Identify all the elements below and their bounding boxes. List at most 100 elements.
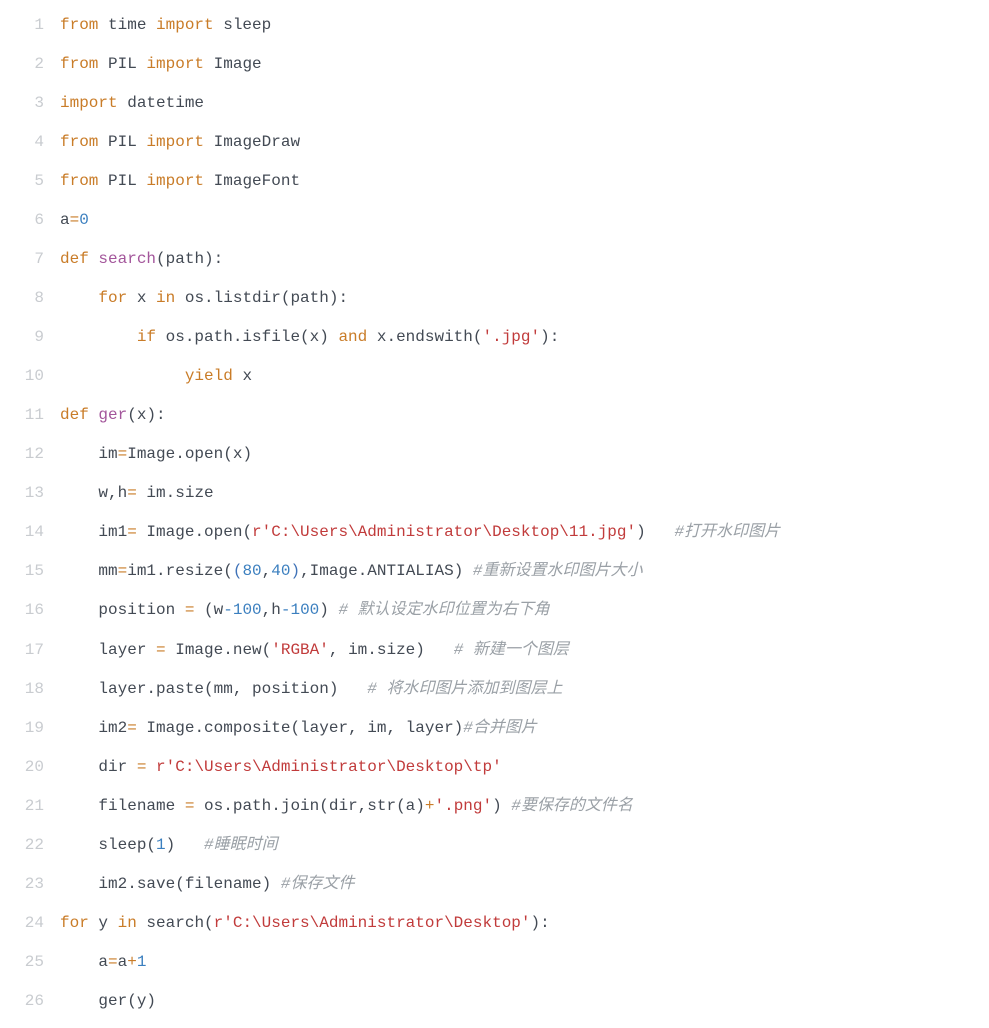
token: y xyxy=(89,914,118,932)
token: = xyxy=(185,601,195,619)
token: #睡眠时间 xyxy=(204,836,278,854)
code-line: 9 if os.path.isfile(x) and x.endswith('.… xyxy=(0,318,989,357)
token: Image.open(x) xyxy=(127,445,252,463)
code-line: 26 ger(y) xyxy=(0,982,989,1021)
line-number: 15 xyxy=(0,552,60,591)
code-line: 11def ger(x): xyxy=(0,396,989,435)
token: a xyxy=(118,953,128,971)
token: 80 xyxy=(242,562,261,580)
line-number: 14 xyxy=(0,513,60,552)
code-line: 2from PIL import Image xyxy=(0,45,989,84)
line-number: 5 xyxy=(0,162,60,201)
token: # 默认设定水印位置为右下角 xyxy=(338,601,549,619)
code-line: 22 sleep(1) #睡眠时间 xyxy=(0,826,989,865)
token: Image.open( xyxy=(137,523,252,541)
token: for xyxy=(98,289,127,307)
code-line: 6a=0 xyxy=(0,201,989,240)
line-number: 16 xyxy=(0,591,60,630)
code-line: 12 im=Image.open(x) xyxy=(0,435,989,474)
token: '.jpg' xyxy=(482,328,540,346)
line-number: 20 xyxy=(0,748,60,787)
token: ) xyxy=(319,601,338,619)
line-number: 1 xyxy=(0,6,60,45)
line-content: a=a+1 xyxy=(60,943,989,982)
token: 1 xyxy=(156,836,166,854)
token: 1 xyxy=(137,953,147,971)
token: dir xyxy=(60,758,137,776)
code-line: 10 yield x xyxy=(0,357,989,396)
token: search( xyxy=(137,914,214,932)
token: ,h xyxy=(262,601,281,619)
token: x.endswith( xyxy=(367,328,482,346)
token: 0 xyxy=(79,211,89,229)
token: #合并图片 xyxy=(463,719,537,737)
token: , im.size) xyxy=(329,641,454,659)
token: search xyxy=(98,250,156,268)
token: ,Image.ANTIALIAS) xyxy=(300,562,473,580)
line-content: for y in search(r'C:\Users\Administrator… xyxy=(60,904,989,943)
token: im xyxy=(60,445,118,463)
line-content: def search(path): xyxy=(60,240,989,279)
line-number: 18 xyxy=(0,670,60,709)
line-content: mm=im1.resize((80,40),Image.ANTIALIAS) #… xyxy=(60,552,989,591)
token: layer.paste(mm, position) xyxy=(60,680,367,698)
token: filename xyxy=(60,797,185,815)
code-line: 3import datetime xyxy=(0,84,989,123)
token xyxy=(146,758,156,776)
line-content: im2= Image.composite(layer, im, layer)#合… xyxy=(60,709,989,748)
token: def xyxy=(60,250,89,268)
token: PIL xyxy=(98,55,146,73)
token: PIL xyxy=(98,133,146,151)
line-content: w,h= im.size xyxy=(60,474,989,513)
token: (path): xyxy=(156,250,223,268)
line-content: a=0 xyxy=(60,201,989,240)
token: im1 xyxy=(60,523,127,541)
token: from xyxy=(60,172,98,190)
token: sleep( xyxy=(60,836,156,854)
token: = xyxy=(118,562,128,580)
token: def xyxy=(60,406,89,424)
token: sleep xyxy=(214,16,272,34)
line-number: 26 xyxy=(0,982,60,1021)
line-number: 2 xyxy=(0,45,60,84)
token: import xyxy=(146,172,204,190)
token: in xyxy=(118,914,137,932)
token: yield xyxy=(185,367,233,385)
token: im1.resize( xyxy=(127,562,233,580)
line-number: 22 xyxy=(0,826,60,865)
line-number: 19 xyxy=(0,709,60,748)
token: im.size xyxy=(137,484,214,502)
code-line: 8 for x in os.listdir(path): xyxy=(0,279,989,318)
token: #打开水印图片 xyxy=(675,523,781,541)
code-line: 4from PIL import ImageDraw xyxy=(0,123,989,162)
token: , xyxy=(262,562,272,580)
token: x xyxy=(233,367,252,385)
token: time xyxy=(98,16,156,34)
token: ImageFont xyxy=(204,172,300,190)
line-content: from PIL import ImageFont xyxy=(60,162,989,201)
token: import xyxy=(146,55,204,73)
token: and xyxy=(338,328,367,346)
line-number: 21 xyxy=(0,787,60,826)
token: layer xyxy=(60,641,156,659)
token: = xyxy=(108,953,118,971)
token xyxy=(89,250,99,268)
line-content: for x in os.listdir(path): xyxy=(60,279,989,318)
code-line: 5from PIL import ImageFont xyxy=(0,162,989,201)
token: a xyxy=(60,211,70,229)
line-content: layer.paste(mm, position) # 将水印图片添加到图层上 xyxy=(60,670,989,709)
line-content: from time import sleep xyxy=(60,6,989,45)
token xyxy=(89,406,99,424)
line-number: 10 xyxy=(0,357,60,396)
token: ImageDraw xyxy=(204,133,300,151)
token: ): xyxy=(531,914,550,932)
token: r'C:\Users\Administrator\Desktop' xyxy=(214,914,531,932)
token: PIL xyxy=(98,172,146,190)
token: = xyxy=(156,641,166,659)
token: a xyxy=(60,953,108,971)
token: for xyxy=(60,914,89,932)
token: im2.save(filename) xyxy=(60,875,281,893)
token: mm xyxy=(60,562,118,580)
code-line: 21 filename = os.path.join(dir,str(a)+'.… xyxy=(0,787,989,826)
token: Image.composite(layer, im, layer) xyxy=(137,719,463,737)
